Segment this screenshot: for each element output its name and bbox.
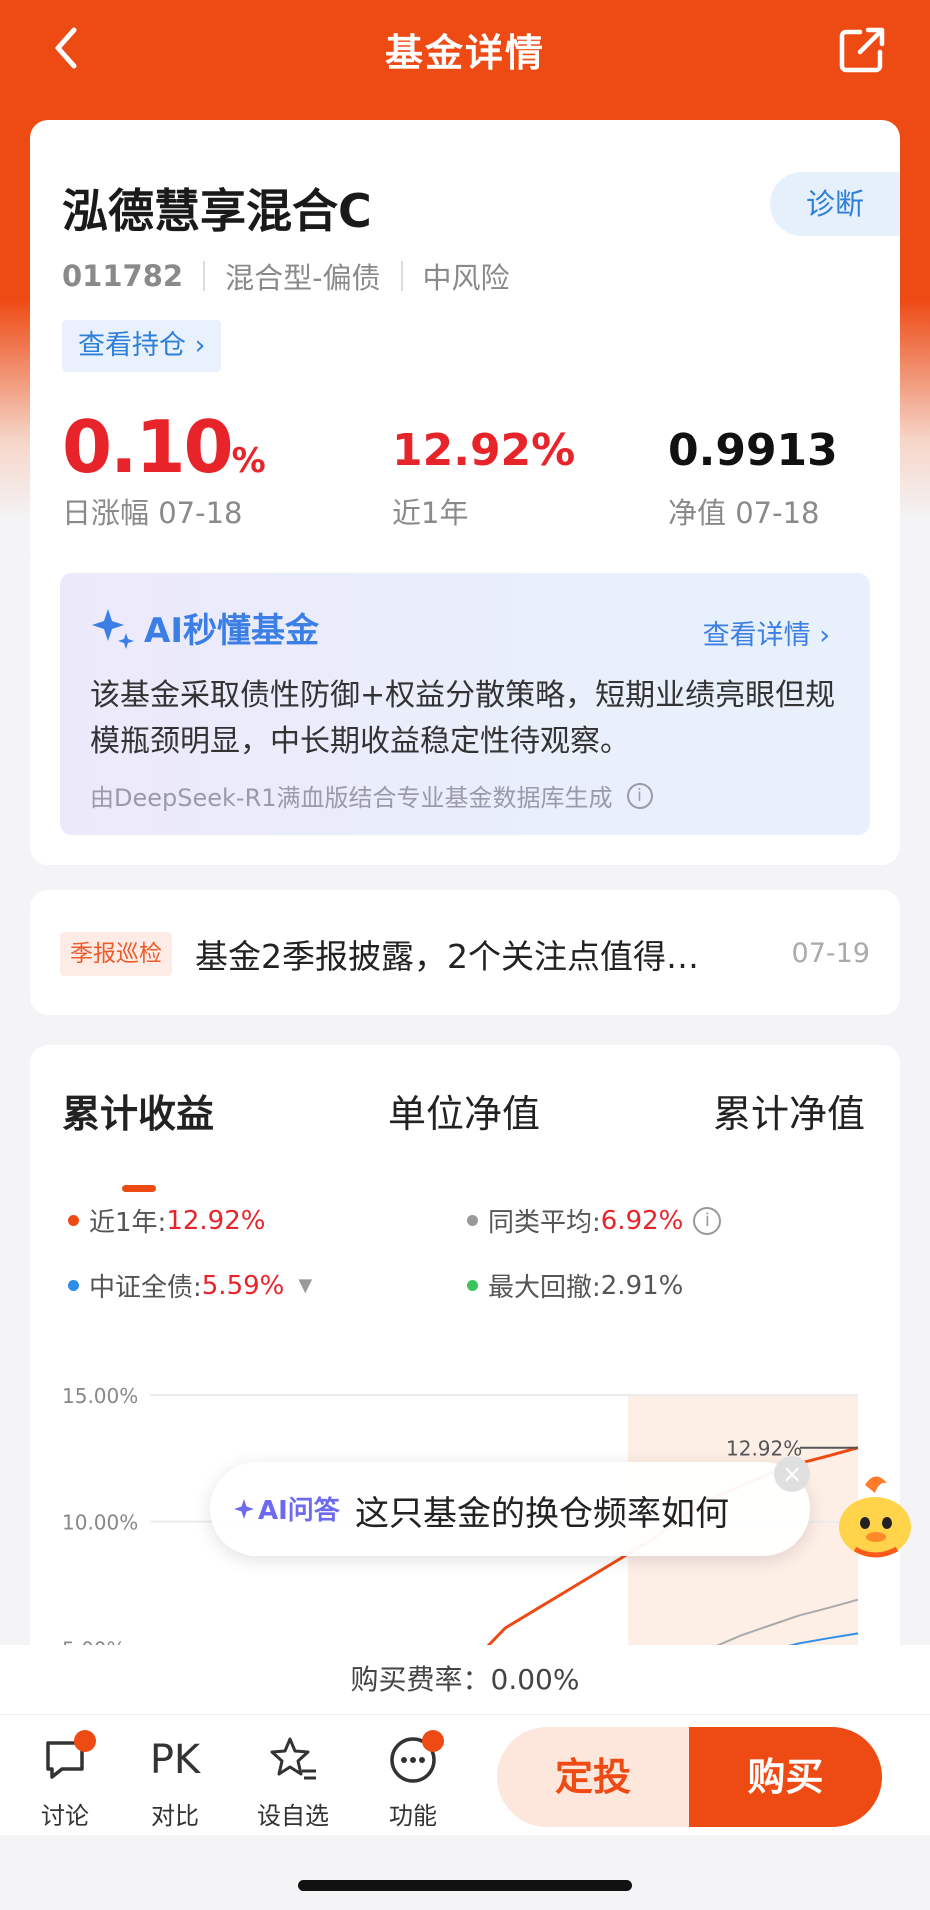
ai-summary-title: AI秒懂基金 bbox=[90, 603, 319, 652]
tab-cumulative-nav[interactable]: 累计净值 bbox=[713, 1083, 865, 1138]
fund-risk: 中风险 bbox=[422, 261, 510, 295]
legend-fund-label: 近1年: bbox=[89, 1208, 167, 1238]
home-indicator[interactable] bbox=[298, 1880, 632, 1891]
daily-change-unit: % bbox=[231, 441, 266, 481]
ai-footnote: 由DeepSeek-R1满血版结合专业基金数据库生成 i bbox=[90, 778, 653, 813]
ai-qa-label-text: AI问答 bbox=[258, 1496, 340, 1526]
fund-name: 泓德慧享混合C bbox=[62, 184, 372, 238]
legend-fund-value: 12.92% bbox=[166, 1205, 266, 1236]
fund-type: 混合型-偏债 bbox=[225, 261, 381, 295]
safe-area bbox=[0, 1835, 930, 1910]
legend-index-label: 中证全债: bbox=[89, 1273, 202, 1303]
tab-unit-nav[interactable]: 单位净值 bbox=[388, 1083, 540, 1138]
more-label: 功能 bbox=[389, 1802, 437, 1830]
star-list-icon bbox=[270, 1737, 316, 1780]
legend-dot bbox=[68, 1280, 79, 1291]
discuss-button[interactable]: 讨论 bbox=[20, 1730, 110, 1831]
ai-qa-label: AI问答 bbox=[234, 1490, 340, 1527]
ai-footnote-text: 由DeepSeek-R1满血版结合专业基金数据库生成 bbox=[90, 784, 613, 812]
watch-label: 设自选 bbox=[257, 1802, 329, 1830]
purchase-fee: 购买费率：0.00% bbox=[0, 1645, 930, 1715]
nav-value-label: 净值 07-18 bbox=[668, 496, 820, 530]
year-return-value: 12.92% bbox=[392, 425, 576, 476]
legend-dot bbox=[467, 1215, 478, 1226]
sparkle-icon bbox=[234, 1498, 254, 1519]
fund-summary-card: 泓德慧享混合C 诊断 011782 混合型-偏债 中风险 查看持仓 › 0.10… bbox=[30, 120, 900, 570]
y-tick-label: 15.00% bbox=[62, 1384, 138, 1408]
purchase-buttons: 定投 购买 bbox=[497, 1727, 882, 1827]
legend-index-value: 5.59% bbox=[201, 1270, 285, 1301]
nav-bar: 基金详情 bbox=[0, 0, 930, 100]
add-watchlist-button[interactable]: 设自选 bbox=[248, 1730, 338, 1831]
legend-peer-label: 同类平均: bbox=[488, 1208, 601, 1238]
buy-button[interactable]: 购买 bbox=[689, 1727, 882, 1827]
legend-drawdown-value: 2.91% bbox=[600, 1270, 684, 1301]
fund-code: 011782 bbox=[62, 259, 184, 293]
ai-summary-title-text: AI秒懂基金 bbox=[144, 611, 319, 651]
daily-change-label: 日涨幅 07-18 bbox=[62, 496, 243, 530]
share-icon bbox=[839, 27, 885, 73]
news-headline[interactable]: 基金2季报披露，2个关注点值得… bbox=[195, 930, 699, 978]
nav-value: 0.9913 bbox=[668, 425, 838, 476]
info-icon[interactable]: i bbox=[626, 782, 653, 809]
legend-fund: 近1年: 12.92% bbox=[68, 1202, 265, 1239]
notification-badge bbox=[422, 1730, 444, 1752]
legend-index[interactable]: 中证全债: 5.59% ▼ bbox=[68, 1267, 312, 1304]
legend-drawdown: 最大回撤: 2.91% bbox=[467, 1267, 683, 1304]
bottom-action-bar: 讨论 PK 对比 设自选 功能 定投 购买 bbox=[0, 1715, 930, 1835]
notification-badge bbox=[74, 1730, 96, 1752]
caret-down-icon[interactable]: ▼ bbox=[298, 1275, 312, 1296]
pk-icon: PK bbox=[149, 1737, 201, 1783]
share-button[interactable] bbox=[832, 20, 892, 80]
daily-change-value: 0.10 bbox=[62, 405, 234, 489]
page-title: 基金详情 bbox=[384, 31, 545, 75]
nav-value-number: 0.9913 bbox=[668, 425, 838, 476]
sparkle-icon bbox=[92, 608, 134, 649]
diagnose-button[interactable]: 诊断 bbox=[770, 172, 900, 236]
y-tick-label: 5.00% bbox=[62, 1637, 126, 1645]
chart-tabs: 累计收益 单位净值 累计净值 bbox=[30, 1083, 900, 1192]
legend-peer-value: 6.92% bbox=[600, 1205, 684, 1236]
compare-label: 对比 bbox=[151, 1802, 199, 1830]
divider bbox=[400, 261, 403, 291]
year-return-label: 近1年 bbox=[392, 496, 469, 530]
ai-view-details-link[interactable]: 查看详情 › bbox=[703, 613, 830, 652]
ai-question-bubble[interactable]: AI问答 这只基金的换仓频率如何 × bbox=[210, 1456, 810, 1556]
divider bbox=[203, 261, 206, 291]
discuss-label: 讨论 bbox=[41, 1802, 89, 1830]
news-tag: 季报巡检 bbox=[60, 932, 172, 976]
legend-drawdown-label: 最大回撤: bbox=[488, 1273, 601, 1303]
info-icon[interactable]: i bbox=[693, 1206, 722, 1235]
legend-dot bbox=[467, 1280, 478, 1291]
close-icon[interactable]: × bbox=[774, 1456, 810, 1492]
y-tick-label: 10.00% bbox=[62, 1511, 138, 1535]
news-card[interactable]: 季报巡检 基金2季报披露，2个关注点值得… 07-19 bbox=[30, 890, 900, 1015]
year-return: 12.92% bbox=[392, 425, 575, 476]
news-date: 07-19 bbox=[791, 938, 870, 969]
legend-dot bbox=[68, 1215, 79, 1226]
compare-button[interactable]: PK 对比 bbox=[130, 1730, 220, 1831]
tab-cumulative-return[interactable]: 累计收益 bbox=[62, 1083, 214, 1138]
ai-summary-box[interactable]: AI秒懂基金 查看详情 › 该基金采取债性防御+权益分散策略，短期业绩亮眼但规模… bbox=[60, 573, 870, 835]
ai-question-text[interactable]: 这只基金的换仓频率如何 bbox=[355, 1486, 729, 1535]
fund-meta: 011782 混合型-偏债 中风险 bbox=[62, 255, 510, 297]
ai-summary-card: AI秒懂基金 查看详情 › 该基金采取债性防御+权益分散策略，短期业绩亮眼但规模… bbox=[30, 555, 900, 865]
auto-invest-button[interactable]: 定投 bbox=[497, 1727, 689, 1827]
daily-change: 0.10% bbox=[62, 405, 266, 489]
more-functions-button[interactable]: 功能 bbox=[368, 1730, 458, 1831]
ai-summary-text: 该基金采取债性防御+权益分散策略，短期业绩亮眼但规模瓶颈明显，中长期收益稳定性待… bbox=[90, 678, 836, 759]
legend-peer: 同类平均: 6.92% i bbox=[467, 1202, 722, 1239]
tab-indicator bbox=[122, 1185, 156, 1192]
view-holdings-button[interactable]: 查看持仓 › bbox=[62, 320, 222, 372]
mascot-avatar[interactable] bbox=[825, 1465, 925, 1565]
